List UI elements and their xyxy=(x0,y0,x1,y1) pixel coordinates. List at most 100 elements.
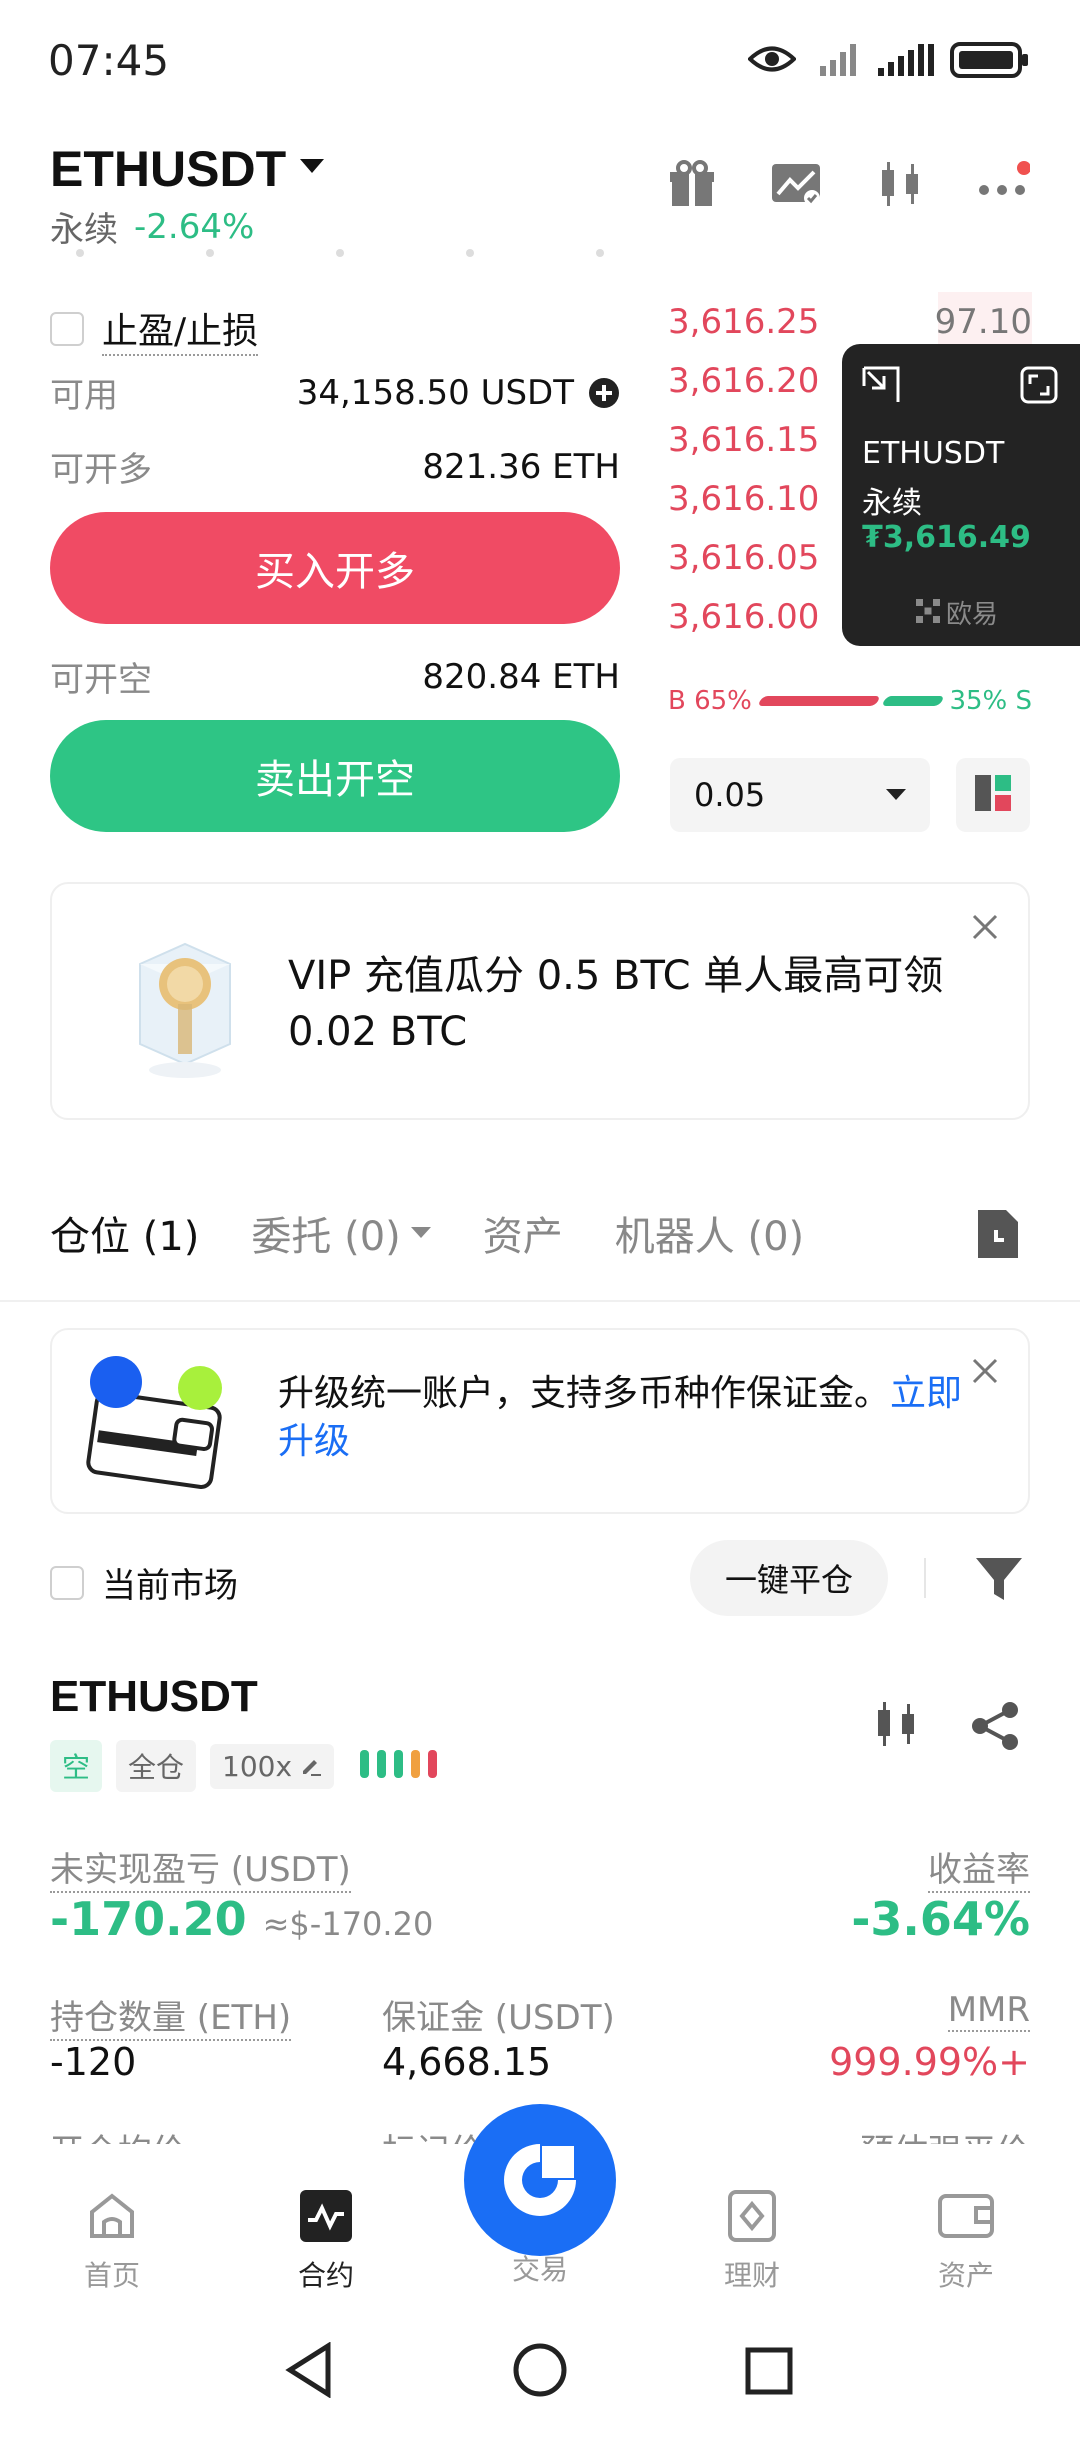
order-history-icon[interactable] xyxy=(974,1208,1022,1264)
close-upgrade-icon[interactable] xyxy=(970,1356,1000,1390)
symbol-selector[interactable]: ETHUSDT xyxy=(50,140,325,198)
can-long-label: 可开多 xyxy=(50,450,152,490)
ratio-buy-segment xyxy=(757,696,881,706)
close-promo-icon[interactable] xyxy=(970,912,1000,946)
precision-select[interactable]: 0.05 xyxy=(670,758,930,832)
floating-symbol: ETHUSDT xyxy=(862,436,1005,471)
margin-mode-tag: 全仓 xyxy=(116,1740,197,1792)
nav-earn[interactable]: 理财 xyxy=(692,2190,812,2294)
ask-size: 97.10 xyxy=(934,301,1032,342)
leverage-tag[interactable]: 100x xyxy=(210,1743,335,1789)
buy-ratio-label: B 65% xyxy=(668,686,752,716)
position-tags: 空 全仓 100x xyxy=(50,1740,442,1792)
current-market-checkbox[interactable] xyxy=(50,1565,84,1600)
ask-price: 3,616.25 xyxy=(668,301,820,342)
ask-price: 3,616.20 xyxy=(668,360,820,401)
ask-price: 3,616.05 xyxy=(668,537,820,578)
bottom-nav: 首页 合约 交易 理财 资产 xyxy=(0,2104,1080,2294)
tpsl-label: 止盈/止损 xyxy=(102,302,259,356)
chart-image-icon[interactable] xyxy=(770,160,822,208)
nav-home[interactable]: 首页 xyxy=(52,2190,172,2294)
current-market-label: 当前市场 xyxy=(102,1566,238,1606)
margin-label: 保证金 (USDT) xyxy=(382,1998,615,2038)
can-short-label: 可开空 xyxy=(50,660,152,700)
promo-banner[interactable]: VIP 充值瓜分 0.5 BTC 单人最高可领 0.02 BTC xyxy=(50,882,1030,1120)
header-actions xyxy=(668,160,1030,208)
nav-assets[interactable]: 资产 xyxy=(906,2190,1026,2294)
sell-ratio-label: 35% S xyxy=(949,686,1032,716)
buy-long-button[interactable]: 买入开多 xyxy=(50,512,620,624)
tab-assets[interactable]: 资产 xyxy=(483,1204,563,1262)
symbol-title: ETHUSDT xyxy=(50,141,287,197)
available-label: 可用 xyxy=(50,376,118,416)
expand-icon[interactable] xyxy=(1020,366,1058,408)
add-funds-icon[interactable] xyxy=(588,377,620,409)
more-icon[interactable] xyxy=(978,160,1030,208)
entry-price-label: 开仓均价 xyxy=(50,2124,186,2144)
nav-home-label: 首页 xyxy=(83,2259,140,2292)
ask-price: 3,616.00 xyxy=(668,596,820,637)
ratio-bar xyxy=(757,696,945,706)
tab-bots[interactable]: 机器人 (0) xyxy=(615,1204,804,1262)
current-market-filter[interactable]: 当前市场 xyxy=(50,1558,238,1607)
price-change: -2.64% xyxy=(134,206,255,247)
nav-earn-label: 理财 xyxy=(723,2259,780,2292)
filter-icon[interactable] xyxy=(974,1554,1024,1608)
home-circle-icon[interactable] xyxy=(512,2342,568,2402)
liq-price-label: 预估强平价 xyxy=(860,2124,1030,2144)
can-long-row: 可开多 821.36 ETH xyxy=(50,442,620,491)
caret-down-icon xyxy=(300,159,325,179)
upgrade-banner[interactable]: 升级统一账户，支持多币种作保证金。立即升级 xyxy=(50,1328,1030,1514)
nav-futures-label: 合约 xyxy=(297,2259,354,2292)
floating-type: 永续 xyxy=(862,486,922,521)
size-label[interactable]: 持仓数量 (ETH) xyxy=(50,1990,292,2041)
close-all-button[interactable]: 一键平仓 xyxy=(690,1540,888,1616)
tab-positions[interactable]: 仓位 (1) xyxy=(50,1204,199,1262)
tab-orders[interactable]: 委托 (0) xyxy=(251,1204,431,1262)
mmr-value: 999.99%+ xyxy=(829,2040,1030,2084)
signal-icon xyxy=(818,42,862,78)
recents-icon[interactable] xyxy=(744,2346,794,2400)
position-chart-icon[interactable] xyxy=(872,1700,920,1752)
sell-short-label: 卖出开空 xyxy=(255,757,415,803)
status-bar: 07:45 xyxy=(0,0,1080,120)
position-symbol[interactable]: ETHUSDT xyxy=(50,1672,258,1722)
tabs-divider xyxy=(0,1300,1080,1302)
close-all-label: 一键平仓 xyxy=(724,1561,853,1599)
upgrade-text: 升级统一账户，支持多币种作保证金。立即升级 xyxy=(278,1370,978,1466)
gift-icon[interactable] xyxy=(668,160,716,208)
candlestick-icon[interactable] xyxy=(876,160,924,208)
ask-row[interactable]: 3,616.25 97.10 xyxy=(668,292,1032,351)
wallet-illustration xyxy=(84,1354,224,1498)
exit-floating-icon[interactable] xyxy=(862,366,900,408)
earn-icon xyxy=(726,2190,778,2246)
share-icon[interactable] xyxy=(970,1700,1022,1756)
futures-icon xyxy=(300,2190,352,2246)
book-layout-button[interactable] xyxy=(956,758,1030,832)
btc-crystal-illustration xyxy=(130,924,240,1084)
back-icon[interactable] xyxy=(284,2341,334,2402)
can-long-value: 821.36 ETH xyxy=(422,446,620,487)
mmr-label[interactable]: MMR xyxy=(947,1990,1030,2032)
buy-sell-ratio: B 65% 35% S xyxy=(668,686,1032,716)
sell-short-button[interactable]: 卖出开空 xyxy=(50,720,620,832)
position-tabs: 仓位 (1) 委托 (0) 资产 机器人 (0) xyxy=(50,1204,804,1262)
side-tag: 空 xyxy=(50,1740,103,1792)
can-short-value: 820.84 ETH xyxy=(422,656,620,697)
tpsl-checkbox[interactable] xyxy=(50,312,84,346)
pnl-label[interactable]: 未实现盈亏 (USDT) xyxy=(50,1842,351,1893)
pnl-usd: ≈$-170.20 xyxy=(262,1905,434,1943)
tpsl-row[interactable]: 止盈/止损 xyxy=(50,302,259,356)
signal-icon-2 xyxy=(876,42,940,78)
size-value: -120 xyxy=(50,2040,137,2084)
system-nav-bar xyxy=(0,2300,1080,2440)
ask-price: 3,616.10 xyxy=(668,478,820,519)
available-row: 可用 34,158.50 USDT xyxy=(50,368,620,417)
nav-futures[interactable]: 合约 xyxy=(266,2190,386,2294)
floating-price-window[interactable]: ETHUSDT 永续 ₮3,616.49 欧易 xyxy=(842,344,1080,646)
battery-icon xyxy=(950,40,1030,80)
okx-logo-icon xyxy=(916,598,940,627)
nav-trade[interactable]: 交易 xyxy=(464,2104,616,2288)
wallet-icon xyxy=(938,2190,994,2246)
roe-label[interactable]: 收益率 xyxy=(928,1842,1030,1893)
